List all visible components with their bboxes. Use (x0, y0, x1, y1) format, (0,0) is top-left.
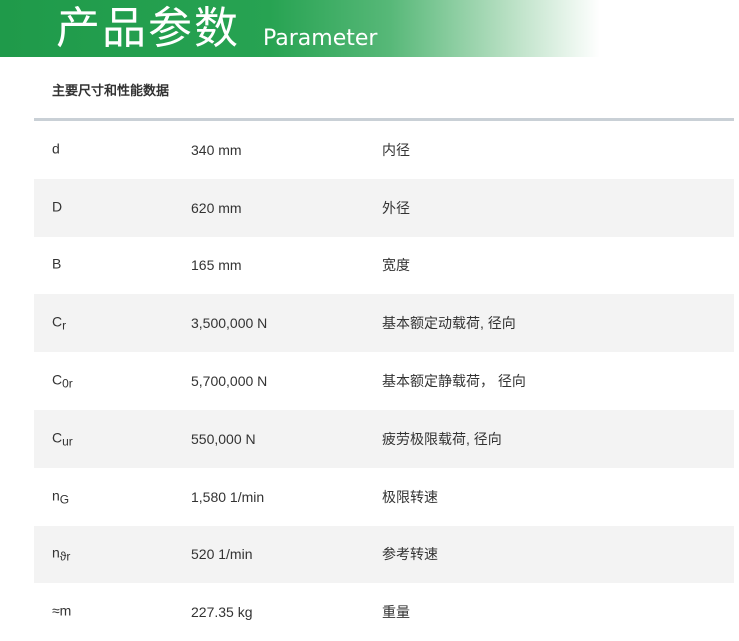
banner-title: 产品参数 (56, 3, 240, 54)
param-value: 620 mm (191, 199, 242, 216)
param-value: 3,500,000 N (191, 315, 268, 332)
header-banner: 产品参数 Parameter (0, 0, 600, 57)
param-value: 5,700,000 N (191, 373, 268, 390)
table-row: nϑr 520 1/min 参考转速 (34, 525, 734, 584)
param-symbol: D (52, 198, 63, 215)
param-description: 参考转速 (382, 546, 438, 563)
param-description: 重量 (382, 604, 410, 621)
param-symbol: nG (52, 487, 70, 507)
param-value: 550,000 N (191, 430, 256, 447)
parameter-table: d 340 mm 内径 D 620 mm 外径 B 165 mm 宽度 Cr 3… (34, 118, 734, 641)
section-title: 主要尺寸和性能数据 (52, 83, 170, 98)
param-description: 极限转速 (382, 488, 438, 505)
param-description: 疲劳极限载荷, 径向 (382, 430, 502, 447)
param-symbol: Cr (52, 313, 67, 333)
param-symbol: ≈m (52, 602, 72, 619)
param-description: 基本额定动载荷, 径向 (382, 315, 516, 332)
param-value: 227.35 kg (191, 604, 253, 621)
param-value: 520 1/min (191, 546, 253, 563)
param-value: 1,580 1/min (191, 488, 265, 505)
table-row: B 165 mm 宽度 (34, 237, 734, 295)
param-value: 165 mm (191, 257, 242, 274)
param-symbol: d (52, 140, 60, 157)
table-row: D 620 mm 外径 (34, 178, 734, 237)
param-symbol: Cur (52, 429, 73, 449)
table-row: Cr 3,500,000 N 基本额定动载荷, 径向 (34, 294, 734, 353)
param-description: 基本额定静载荷， 径向 (382, 373, 526, 390)
param-symbol: B (52, 255, 62, 272)
param-description: 外径 (382, 199, 410, 216)
table-row: Cur 550,000 N 疲劳极限载荷, 径向 (34, 409, 734, 468)
banner-subtitle: Parameter (263, 26, 378, 51)
table-row: nG 1,580 1/min 极限转速 (34, 468, 734, 526)
table-row: ≈m 227.35 kg 重量 (34, 583, 734, 641)
param-symbol: nϑr (52, 544, 71, 564)
table-row: d 340 mm 内径 (34, 121, 734, 179)
table-row: C0r 5,700,000 N 基本额定静载荷， 径向 (34, 352, 734, 410)
param-symbol: C0r (52, 371, 73, 391)
param-description: 内径 (382, 141, 410, 158)
param-description: 宽度 (382, 257, 410, 274)
param-value: 340 mm (191, 141, 242, 158)
